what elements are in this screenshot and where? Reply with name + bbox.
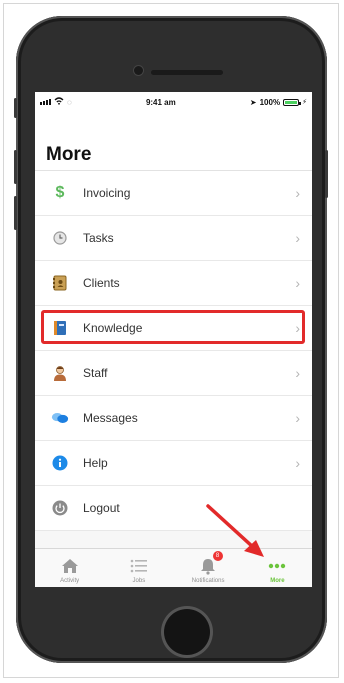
chevron-right-icon: › [295,230,300,246]
dollar-icon: $ [55,184,65,201]
battery-icon [283,98,302,106]
mute-switch [14,98,17,118]
menu-item-logout[interactable]: Logout [35,486,312,531]
chat-bubbles-icon [51,409,69,427]
app-screen: ◌ 9:41 am ➤ 100% ⚡ More $ Invoicing › Ta… [35,92,312,587]
sync-icon: ◌ [67,97,72,107]
volume-up-button [14,150,17,184]
menu-item-label: Clients [83,276,120,290]
volume-down-button [14,196,17,230]
tab-jobs[interactable]: Jobs [104,549,173,587]
list-icon [130,556,148,576]
tab-label: Jobs [132,578,146,584]
menu-item-label: Invoicing [83,186,131,200]
tab-label: More [270,578,285,584]
power-button [325,150,328,198]
menu-item-staff[interactable]: Staff › [35,351,312,396]
tab-more[interactable]: More [243,549,312,587]
menu-item-label: Messages [83,411,138,425]
signal-icon [40,99,51,105]
tab-label: Notifications [191,578,225,584]
person-icon [51,364,69,382]
menu-item-tasks[interactable]: Tasks › [35,216,312,261]
power-icon [51,499,69,517]
chevron-right-icon: › [295,185,300,201]
location-icon: ➤ [249,97,257,107]
status-bar: ◌ 9:41 am ➤ 100% ⚡ [35,92,312,112]
more-menu-list: $ Invoicing › Tasks › Clients › Knowledg… [35,170,312,531]
home-button[interactable] [164,609,210,655]
menu-item-label: Tasks [83,231,114,245]
home-icon [61,556,79,576]
knowledge-highlight-box [41,310,305,344]
page-title: More [46,144,92,165]
clock-icon [51,229,69,247]
menu-item-label: Staff [83,366,108,380]
tab-label: Activity [60,578,80,584]
menu-item-clients[interactable]: Clients › [35,261,312,306]
chevron-right-icon: › [295,365,300,381]
more-dots-icon [268,556,286,576]
status-time: 9:41 am [145,97,176,107]
menu-item-label: Help [83,456,108,470]
menu-item-messages[interactable]: Messages › [35,396,312,441]
menu-item-label: Logout [83,501,120,515]
charging-icon: ⚡ [302,99,307,106]
front-camera [134,66,143,75]
address-book-icon [51,274,69,292]
info-icon [51,454,69,472]
menu-item-invoicing[interactable]: $ Invoicing › [35,171,312,216]
battery-percent: 100% [259,97,281,107]
tab-activity[interactable]: Activity [35,549,104,587]
chevron-right-icon: › [295,455,300,471]
notification-badge: 8 [212,551,223,561]
chevron-right-icon: › [295,275,300,291]
earpiece-speaker [151,70,223,75]
chevron-right-icon: › [295,410,300,426]
page-header: More [35,112,312,170]
wifi-icon [54,97,64,107]
tab-notifications[interactable]: 8 Notifications [174,549,243,587]
menu-item-help[interactable]: Help › [35,441,312,486]
tab-bar: Activity Jobs 8 Notifications More [35,548,312,587]
